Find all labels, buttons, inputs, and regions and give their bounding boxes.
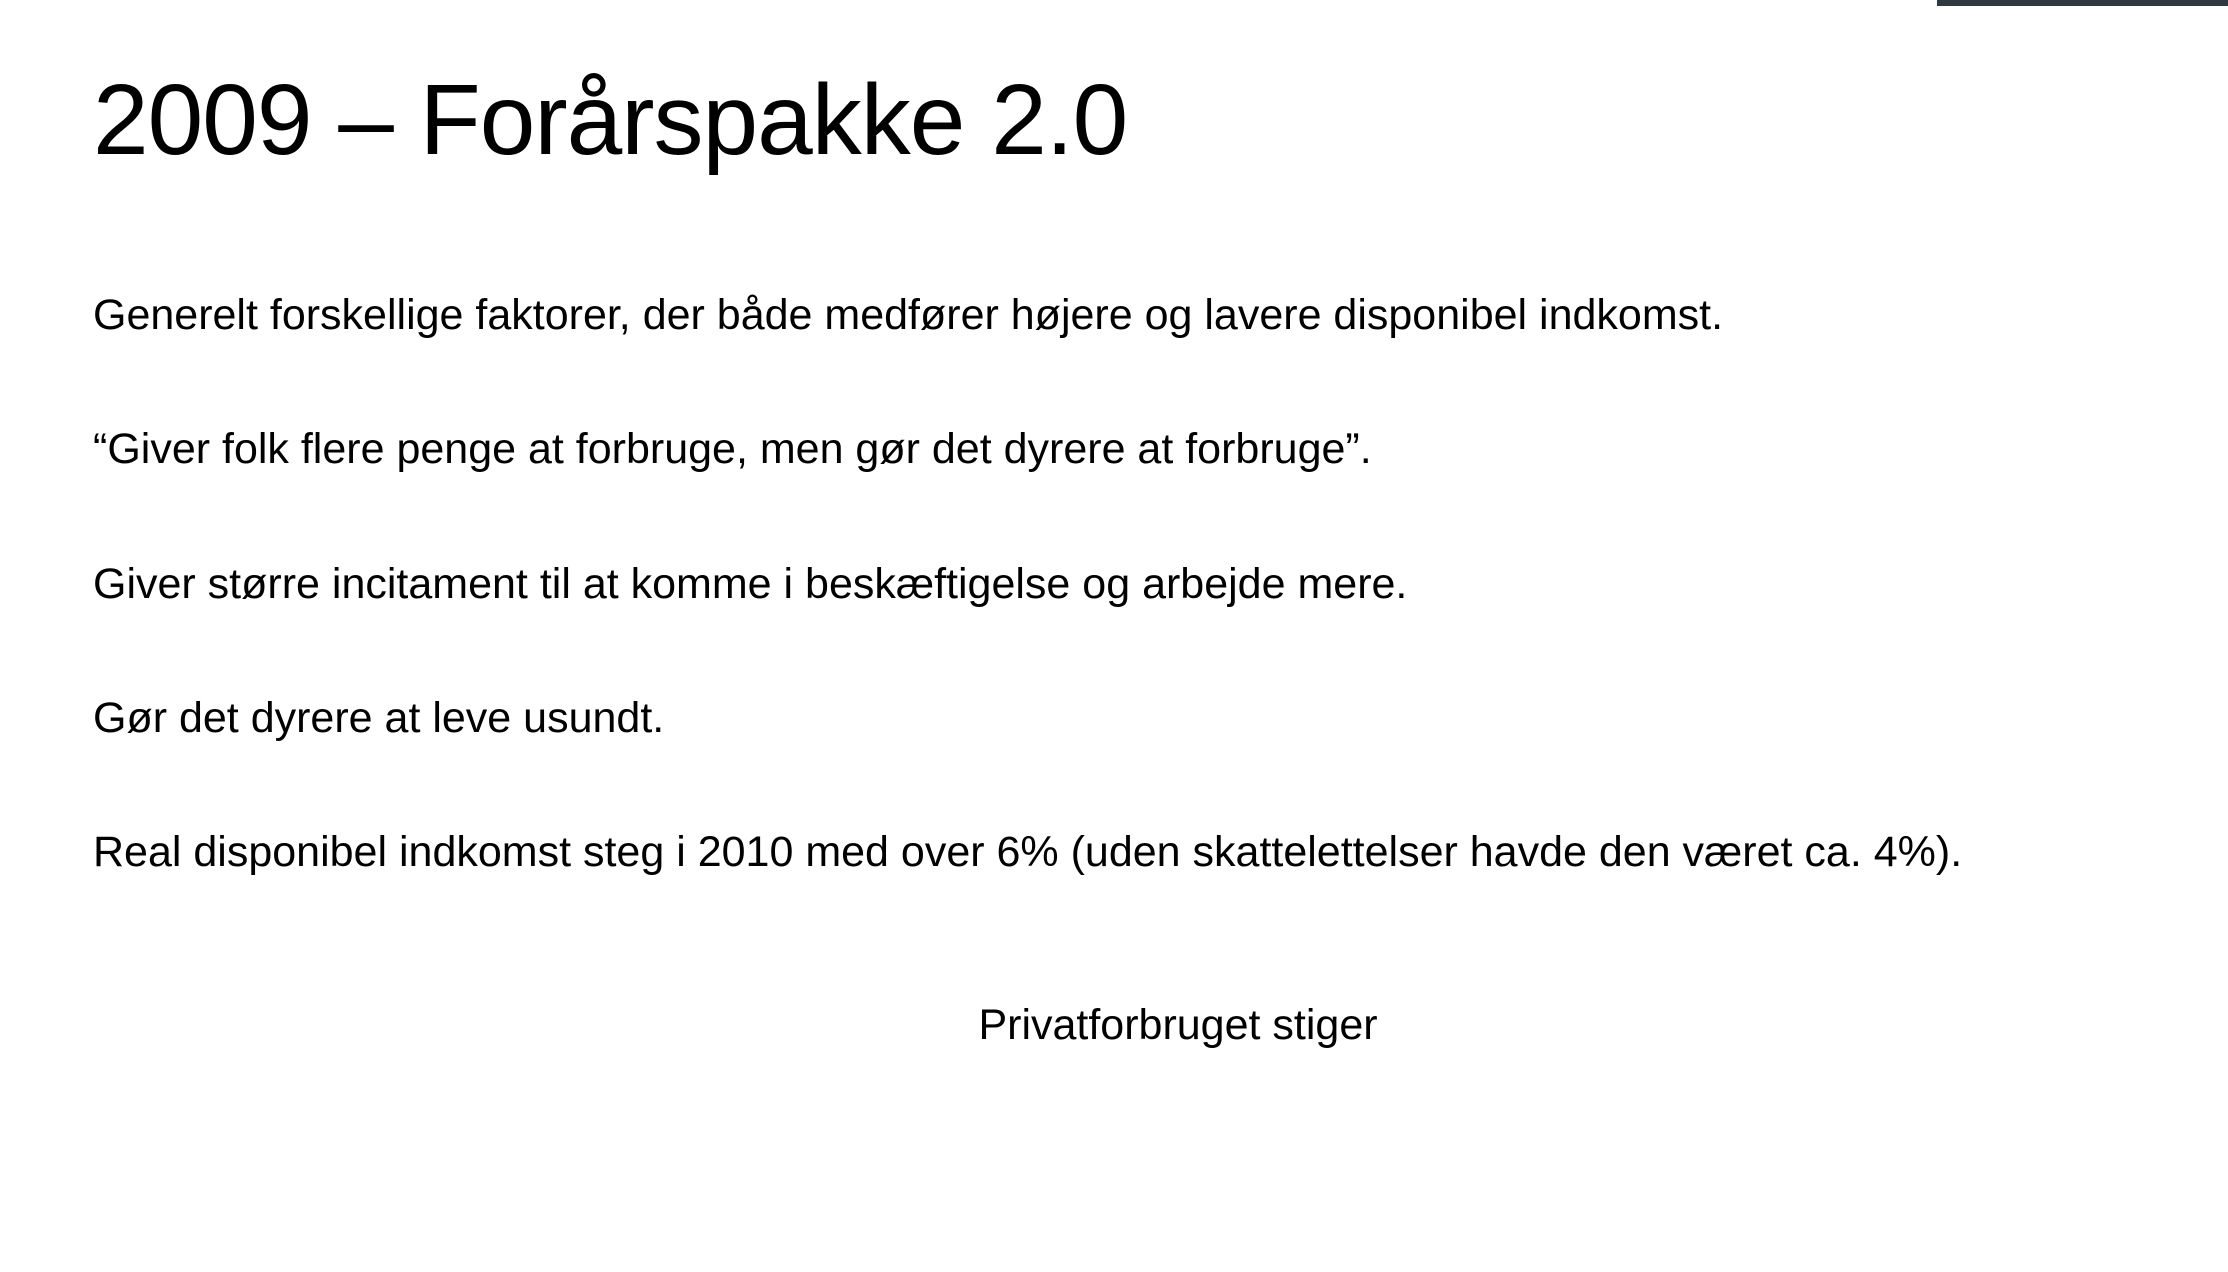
paragraph-3: Giver større incitament til at komme i b… [93, 560, 1408, 608]
paragraph-5: Real disponibel indkomst steg i 2010 med… [93, 828, 1963, 876]
slide-canvas: 2009 – Forårspakke 2.0 Generelt forskell… [0, 0, 2228, 1272]
paragraph-2-quote: “Giver folk flere penge at forbruge, men… [93, 425, 1372, 473]
paragraph-1: Generelt forskellige faktorer, der både … [93, 291, 1724, 339]
slide-title: 2009 – Forårspakke 2.0 [93, 64, 1128, 176]
window-top-bar [1937, 0, 2228, 6]
paragraph-4: Gør det dyrere at leve usundt. [93, 694, 665, 742]
conclusion-text: Privatforbruget stiger [978, 1001, 1378, 1049]
